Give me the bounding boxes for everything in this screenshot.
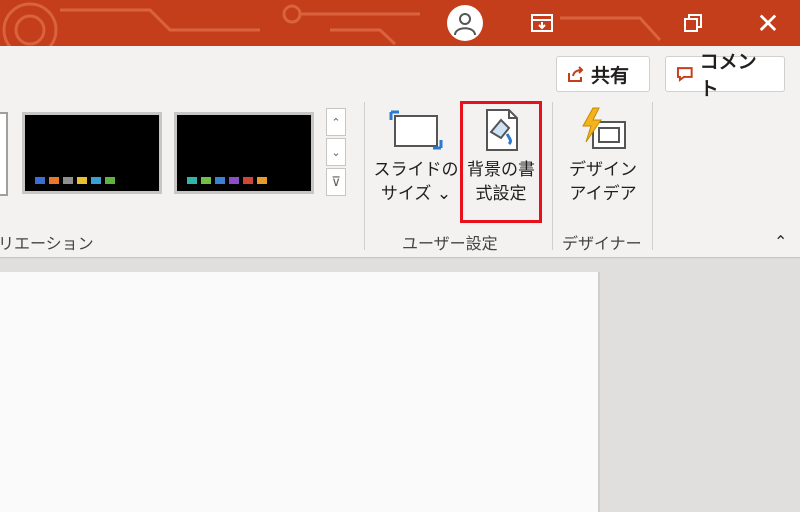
share-button[interactable]: 共有 <box>556 56 650 92</box>
color-swatch <box>215 177 225 184</box>
group-label-variations: リエーション <box>0 234 94 253</box>
color-swatch <box>49 177 59 184</box>
ribbon-display-icon <box>531 14 553 32</box>
group-separator <box>552 102 553 250</box>
group-separator <box>652 102 653 250</box>
close-button[interactable]: ✕ <box>744 0 792 46</box>
group-label-designer: デザイナー <box>562 234 642 253</box>
comment-label: コメント <box>699 51 757 100</box>
slide-size-label-line1: スライドの <box>373 160 459 180</box>
highlight-box <box>460 101 542 223</box>
chevron-down-icon: ⌄ <box>331 145 341 159</box>
color-swatch <box>91 177 101 184</box>
account-button[interactable] <box>444 0 486 46</box>
restore-icon <box>684 14 702 32</box>
gallery-scroll-up-button[interactable]: ⌃ <box>326 108 346 136</box>
slide-size-icon <box>389 102 443 158</box>
group-separator <box>364 102 365 250</box>
slide-size-label-line2: サイズ ⌄ <box>380 184 452 204</box>
chevron-up-icon: ⌃ <box>331 115 341 129</box>
color-swatch <box>63 177 73 184</box>
color-swatch <box>187 177 197 184</box>
design-ideas-button[interactable]: デザイン アイデア <box>564 102 642 206</box>
chevron-up-icon: ⌃ <box>774 232 788 251</box>
gallery-scroll-down-button[interactable]: ⌄ <box>326 138 346 166</box>
slide-canvas[interactable] <box>0 272 600 512</box>
title-bar: ✕ <box>0 0 800 46</box>
gallery-more-button[interactable]: ⊽ <box>326 168 346 196</box>
more-icon: ⊽ <box>331 174 341 190</box>
color-swatch <box>257 177 267 184</box>
variation-thumbnail-1[interactable] <box>22 112 162 194</box>
slide-size-button[interactable]: スライドの サイズ ⌄ <box>373 102 459 206</box>
color-swatch <box>105 177 115 184</box>
gallery-scroll: ⌃ ⌄ ⊽ <box>326 108 346 202</box>
collapse-ribbon-button[interactable]: ⌃ <box>774 232 787 251</box>
design-ideas-label-line2: アイデア <box>569 184 637 204</box>
design-ideas-label-line1: デザイン <box>569 160 637 180</box>
restore-button[interactable] <box>670 0 716 46</box>
person-icon <box>447 5 483 41</box>
color-swatch <box>229 177 239 184</box>
share-label: 共有 <box>591 64 630 87</box>
close-icon: ✕ <box>756 6 780 40</box>
variation-thumbnail-2[interactable] <box>174 112 314 194</box>
ribbon-display-options-button[interactable] <box>520 0 564 46</box>
comment-icon <box>676 67 693 82</box>
design-ideas-icon <box>577 102 629 158</box>
color-swatch <box>35 177 45 184</box>
color-swatch <box>77 177 87 184</box>
color-swatch <box>243 177 253 184</box>
group-label-user-settings: ユーザー設定 <box>402 234 498 253</box>
ribbon: 共有 コメント ⌃ ⌄ ⊽ リエーション スライドの サイズ ⌄ 背景の書 式設… <box>0 46 800 258</box>
color-swatch <box>201 177 211 184</box>
share-icon <box>568 66 584 82</box>
comment-button[interactable]: コメント <box>665 51 785 100</box>
variation-thumbnail-partial[interactable] <box>0 112 8 196</box>
